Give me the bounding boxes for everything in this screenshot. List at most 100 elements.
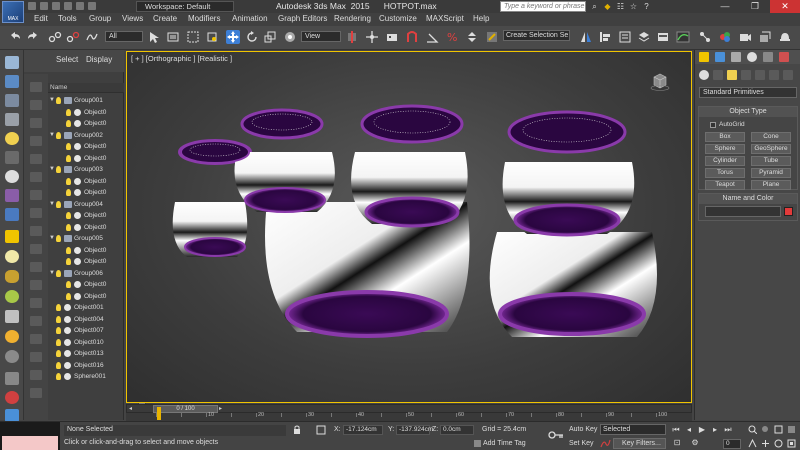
menu-modifiers[interactable]: Modifiers — [188, 14, 220, 23]
visibility-bulb-icon[interactable] — [56, 269, 61, 277]
filter-none-icon[interactable] — [30, 316, 42, 326]
visibility-bulb-icon[interactable] — [66, 212, 71, 219]
menu-group[interactable]: Group — [89, 14, 111, 23]
visibility-bulb-icon[interactable] — [56, 327, 61, 334]
geosphere-button[interactable]: GeoSphere — [751, 144, 791, 154]
unlink-icon[interactable] — [66, 30, 80, 44]
torus-button[interactable]: Torus — [705, 168, 745, 178]
scene-explorer-toggle-icon[interactable] — [618, 30, 632, 44]
set-key-button[interactable]: Set Key — [569, 438, 599, 449]
geosphere-primitive-icon[interactable] — [5, 330, 19, 343]
auto-key-button[interactable]: Auto Key — [569, 424, 599, 435]
maxscript-mini-listener[interactable] — [0, 422, 60, 450]
tree-object-row[interactable]: Object0 — [48, 176, 124, 187]
visibility-bulb-icon[interactable] — [66, 143, 71, 150]
menu-maxscript[interactable]: MAXScript — [426, 14, 464, 23]
search-input[interactable]: Type a keyword or phrase — [500, 1, 586, 12]
tree-object-row[interactable]: Object016 — [48, 360, 124, 371]
visibility-bulb-icon[interactable] — [66, 223, 71, 231]
display-tab-icon[interactable] — [763, 52, 773, 62]
visibility-bulb-icon[interactable] — [66, 292, 71, 300]
display-children-icon[interactable] — [30, 352, 42, 362]
workspace-dropdown[interactable]: Workspace: Default — [136, 1, 234, 12]
redo-icon[interactable] — [76, 2, 84, 10]
tab-display[interactable]: Display — [86, 55, 112, 64]
time-tag-icon[interactable] — [473, 439, 482, 448]
tree-object-row[interactable]: Object0 — [48, 291, 124, 302]
save-file-icon[interactable] — [52, 2, 60, 10]
edit-named-selection-icon[interactable] — [485, 30, 499, 44]
tab-select[interactable]: Select — [56, 55, 78, 64]
set-key-icon[interactable] — [548, 430, 564, 440]
visibility-bulb-icon[interactable] — [56, 97, 61, 104]
camera-icon[interactable] — [5, 151, 19, 164]
go-to-end-icon[interactable]: ⏭ — [723, 425, 733, 435]
visibility-bulb-icon[interactable] — [66, 189, 71, 196]
mirror-icon[interactable] — [579, 30, 593, 44]
filter-shapes-icon[interactable] — [30, 100, 42, 110]
tree-object-row[interactable]: Object0 — [48, 256, 124, 267]
angle-snap-icon[interactable] — [425, 30, 439, 44]
pyramid-button[interactable]: Pyramid — [751, 168, 791, 178]
time-slider-next-icon[interactable]: ▸ — [219, 405, 222, 412]
zoom-extents-all-icon[interactable] — [787, 425, 796, 434]
lights-category-icon[interactable] — [727, 70, 737, 80]
menu-customize[interactable]: Customize — [379, 14, 417, 23]
filter-all-icon[interactable] — [30, 298, 42, 308]
key-mode-dropdown[interactable]: Selected — [600, 424, 666, 435]
plane-button[interactable]: Plane — [751, 180, 791, 190]
tree-object-row[interactable]: Sphere001 — [48, 371, 124, 382]
sphere-primitive-icon[interactable] — [5, 250, 19, 263]
menu-tools[interactable]: Tools — [58, 14, 77, 23]
maxscript-input-field[interactable] — [2, 436, 58, 450]
select-by-name-icon[interactable] — [166, 30, 180, 44]
expand-arrow-icon[interactable]: ▼ — [49, 199, 55, 210]
tree-group-row[interactable]: ▼ Group002 — [48, 130, 124, 141]
menu-views[interactable]: Views — [122, 14, 143, 23]
project-folder-icon[interactable] — [88, 2, 96, 10]
menu-help[interactable]: Help — [473, 14, 489, 23]
visibility-bulb-icon[interactable] — [56, 200, 61, 208]
go-to-start-icon[interactable]: ⏮ — [671, 425, 681, 435]
curve-editor-icon[interactable] — [676, 30, 690, 44]
object-name-field[interactable] — [705, 206, 781, 217]
y-coordinate-field[interactable]: -137.924cm — [396, 425, 433, 435]
schematic-view-icon[interactable] — [698, 30, 712, 44]
perspective-viewport[interactable]: [ + ] [Orthographic ] [Realistic ] — [126, 51, 692, 403]
link-icon[interactable] — [48, 30, 62, 44]
bind-space-warp-icon[interactable] — [85, 30, 99, 44]
select-and-move-icon[interactable] — [226, 30, 240, 44]
visibility-bulb-icon[interactable] — [56, 361, 61, 369]
hierarchy-icon[interactable] — [5, 94, 19, 107]
systems-category-icon[interactable] — [783, 70, 793, 80]
filter-space-warps-icon[interactable] — [30, 172, 42, 182]
next-frame-icon[interactable]: ▸ — [710, 425, 720, 435]
filter-frozen-icon[interactable] — [30, 262, 42, 272]
toggle-ribbon-icon[interactable] — [656, 30, 670, 44]
filter-helpers-icon[interactable] — [30, 154, 42, 164]
visibility-bulb-icon[interactable] — [56, 304, 61, 311]
select-and-place-icon[interactable] — [283, 30, 297, 44]
render-setup-icon[interactable] — [738, 30, 752, 44]
create-selection-icon[interactable] — [5, 56, 19, 69]
primitive-category-dropdown[interactable]: Standard Primitives — [699, 87, 797, 98]
material-editor-icon[interactable] — [718, 30, 732, 44]
lid-ring-left[interactable] — [180, 140, 250, 164]
tree-object-row[interactable]: Object0 — [48, 279, 124, 290]
visibility-bulb-icon[interactable] — [66, 246, 71, 254]
tree-object-row[interactable]: Object0 — [48, 141, 124, 152]
pot-right-top[interactable] — [502, 110, 635, 237]
previous-frame-icon[interactable]: ◂ — [684, 425, 694, 435]
sphere-red-icon[interactable] — [5, 391, 19, 404]
subscription-icon[interactable]: ◆ — [602, 1, 613, 12]
visibility-bulb-icon[interactable] — [56, 166, 61, 173]
select-and-scale-icon[interactable] — [263, 30, 277, 44]
cameras-category-icon[interactable] — [741, 70, 751, 80]
tree-object-row[interactable]: Object010 — [48, 337, 124, 348]
tree-group-row[interactable]: ▼ Group006 — [48, 268, 124, 279]
shapes-icon[interactable] — [5, 208, 19, 221]
filter-invert-icon[interactable] — [30, 334, 42, 344]
sync-selection-icon[interactable] — [30, 388, 42, 398]
play-icon[interactable]: ▶ — [697, 425, 707, 435]
tree-object-row[interactable]: Object0 — [48, 153, 124, 164]
